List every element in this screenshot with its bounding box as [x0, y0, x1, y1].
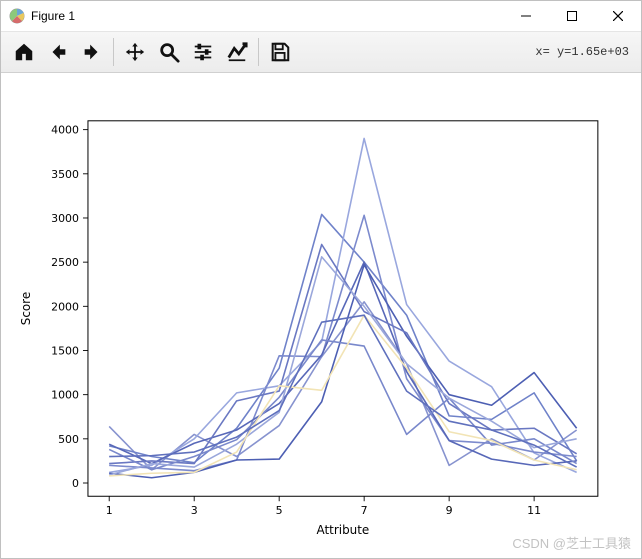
app-window: Figure 1 — [0, 0, 642, 559]
home-icon — [13, 41, 35, 63]
svg-text:3500: 3500 — [51, 168, 79, 181]
home-button[interactable] — [7, 35, 41, 69]
svg-text:1500: 1500 — [51, 344, 79, 357]
svg-text:1: 1 — [106, 504, 113, 517]
zoom-button[interactable] — [152, 35, 186, 69]
close-button[interactable] — [595, 1, 641, 31]
svg-text:1000: 1000 — [51, 389, 79, 402]
chart-line-icon — [226, 41, 248, 63]
move-icon — [124, 41, 146, 63]
svg-text:5: 5 — [276, 504, 283, 517]
svg-text:3: 3 — [191, 504, 198, 517]
forward-button[interactable] — [75, 35, 109, 69]
plot-svg: 0 500 1000 1500 2000 2500 3000 3500 4000 1 3 5 7 9 11 A… — [1, 73, 641, 558]
sliders-icon — [192, 41, 214, 63]
title-bar: Figure 1 — [1, 1, 641, 32]
svg-text:4000: 4000 — [51, 124, 79, 137]
back-button[interactable] — [41, 35, 75, 69]
save-button[interactable] — [263, 35, 297, 69]
svg-text:2000: 2000 — [51, 300, 79, 313]
svg-text:9: 9 — [446, 504, 453, 517]
toolbar-separator — [258, 38, 259, 66]
svg-text:0: 0 — [72, 477, 79, 490]
arrow-left-icon — [47, 41, 69, 63]
save-icon — [269, 41, 291, 63]
close-icon — [613, 11, 623, 21]
maximize-icon — [567, 11, 577, 21]
svg-text:Score: Score — [19, 292, 33, 325]
minimize-button[interactable] — [503, 1, 549, 31]
svg-text:Attribute: Attribute — [317, 523, 370, 537]
svg-text:3000: 3000 — [51, 212, 79, 225]
maximize-button[interactable] — [549, 1, 595, 31]
zoom-icon — [158, 41, 180, 63]
toolbar-separator — [113, 38, 114, 66]
edit-axis-button[interactable] — [220, 35, 254, 69]
svg-text:2500: 2500 — [51, 256, 79, 269]
minimize-icon — [521, 11, 531, 21]
plot-canvas[interactable]: 0 500 1000 1500 2000 2500 3000 3500 4000 1 3 5 7 9 11 A… — [1, 73, 641, 558]
arrow-right-icon — [81, 41, 103, 63]
toolbar: x= y=1.65e+03 — [1, 32, 641, 73]
svg-text:11: 11 — [527, 504, 541, 517]
window-title: Figure 1 — [31, 9, 75, 23]
coord-status: x= y=1.65e+03 — [535, 45, 635, 59]
pan-button[interactable] — [118, 35, 152, 69]
svg-text:500: 500 — [58, 433, 79, 446]
matplotlib-logo-icon — [9, 8, 25, 24]
svg-text:7: 7 — [361, 504, 368, 517]
configure-button[interactable] — [186, 35, 220, 69]
